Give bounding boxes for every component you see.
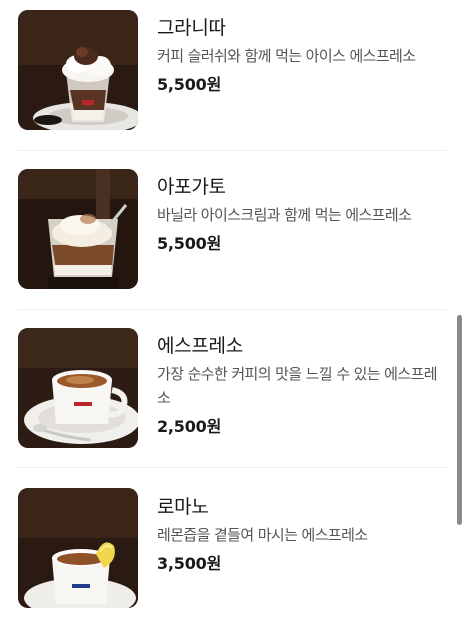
granita-photo <box>18 10 138 130</box>
menu-item-granita[interactable]: 그라니따 커피 슬러쉬와 함께 먹는 아이스 에스프레소 5,500원 <box>0 0 466 150</box>
menu-item-price: 3,500원 <box>157 554 222 573</box>
menu-item-description: 가장 순수한 커피의 맛을 느낄 수 있는 에스프레소 <box>157 365 438 407</box>
affogato-info: 아포가토 바닐라 아이스크림과 함께 먹는 에스프레소 5,500원 <box>157 175 449 255</box>
menu-item-description: 바닐라 아이스크림과 함께 먹는 에스프레소 <box>157 206 412 224</box>
espresso-photo <box>18 328 138 448</box>
romano-photo <box>18 488 138 608</box>
menu-item-description: 커피 슬러쉬와 함께 먹는 아이스 에스프레소 <box>157 47 416 65</box>
menu-item-name: 그라니따 <box>157 17 226 39</box>
menu-item-price: 2,500원 <box>157 417 222 436</box>
divider <box>18 150 446 151</box>
divider <box>18 467 446 468</box>
espresso-info: 에스프레소 가장 순수한 커피의 맛을 느낄 수 있는 에스프레소 2,500원 <box>157 334 449 438</box>
menu-item-name: 로마노 <box>157 496 209 518</box>
menu-item-affogato[interactable]: 아포가토 바닐라 아이스크림과 함께 먹는 에스프레소 5,500원 <box>0 159 466 309</box>
romano-info: 로마노 레몬즙을 곁들여 마시는 에스프레소 3,500원 <box>157 495 449 575</box>
granita-info: 그라니따 커피 슬러쉬와 함께 먹는 아이스 에스프레소 5,500원 <box>157 16 449 96</box>
menu-item-price: 5,500원 <box>157 234 222 253</box>
menu-item-espresso[interactable]: 에스프레소 가장 순수한 커피의 맛을 느낄 수 있는 에스프레소 2,500원 <box>0 318 466 468</box>
menu-item-name: 에스프레소 <box>157 335 243 357</box>
scrollbar[interactable] <box>457 315 462 525</box>
affogato-photo <box>18 169 138 289</box>
menu-item-price: 5,500원 <box>157 75 222 94</box>
menu-item-name: 아포가토 <box>157 176 226 198</box>
menu-item-description: 레몬즙을 곁들여 마시는 에스프레소 <box>157 526 368 544</box>
menu-item-romano[interactable]: 로마노 레몬즙을 곁들여 마시는 에스프레소 3,500원 <box>0 478 466 628</box>
divider <box>18 309 446 310</box>
